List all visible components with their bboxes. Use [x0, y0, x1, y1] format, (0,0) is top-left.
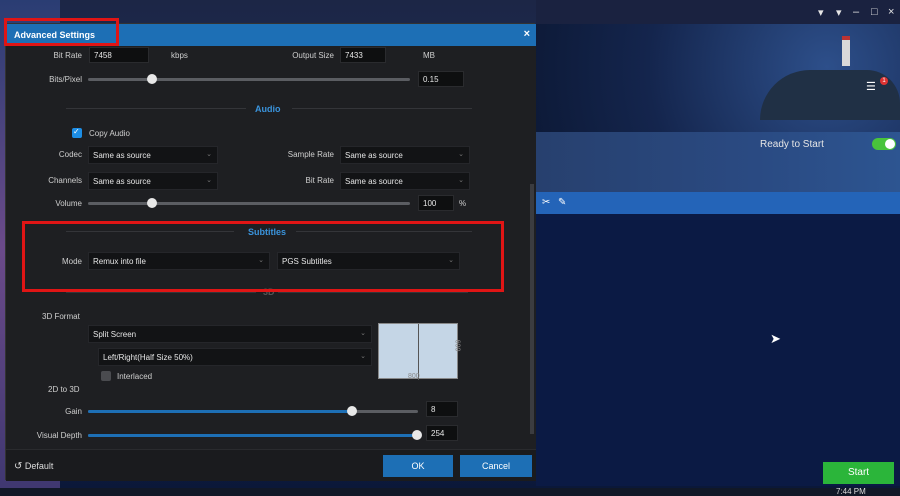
taskbar [0, 488, 900, 496]
three-d-divider-right [278, 292, 468, 293]
highlight-box-subtitles [22, 221, 504, 292]
three-d-layout-value: Left/Right(Half Size 50%) [103, 353, 193, 362]
volume-unit: % [459, 199, 467, 208]
bit-rate-unit: kbps [171, 51, 188, 60]
ready-toggle[interactable] [872, 138, 896, 150]
volume-label: Volume [55, 199, 82, 208]
output-size-label: Output Size [292, 51, 334, 60]
chevron-down-icon: ⌄ [360, 330, 366, 337]
sample-rate-value: Same as source [345, 151, 403, 160]
effects-icon[interactable]: ✎ [558, 197, 566, 208]
cut-icon[interactable]: ✂ [542, 197, 550, 208]
audio-bit-rate-value: Same as source [345, 177, 403, 186]
ready-to-start-label: Ready to Start [760, 139, 824, 150]
banner-lighthouse [842, 36, 850, 66]
audio-bit-rate-dropdown[interactable]: Same as source ⌄ [340, 172, 470, 190]
codec-label: Codec [58, 150, 82, 159]
audio-divider-left [66, 108, 246, 109]
settings-dropdown-icon[interactable]: ▾ [818, 6, 824, 19]
bits-per-pixel-label: Bits/Pixel [49, 75, 82, 84]
status-band [536, 132, 900, 192]
volume-input[interactable]: 100 [418, 195, 454, 211]
output-size-unit: MB [423, 51, 435, 60]
channels-dropdown[interactable]: Same as source ⌄ [88, 172, 218, 190]
menu-icon[interactable]: ▾ [836, 6, 842, 19]
sample-rate-label: Sample Rate [287, 150, 334, 159]
default-label: Default [24, 461, 54, 471]
dialog-close-button[interactable]: × [524, 28, 530, 40]
bit-rate-input[interactable]: 7458 [89, 47, 149, 63]
visual-depth-fill [88, 434, 417, 437]
audio-bit-rate-label: Bit Rate [305, 176, 334, 185]
dialog-footer: ↺ Default OK Cancel [6, 449, 536, 481]
volume-track [88, 202, 410, 205]
audio-divider-right [292, 108, 472, 109]
maximize-icon[interactable]: □ [871, 6, 878, 18]
three-d-layout-dropdown[interactable]: Left/Right(Half Size 50%) ⌄ [98, 348, 372, 366]
gain-slider[interactable] [347, 406, 357, 416]
taskbar-clock: 7:44 PM [836, 487, 866, 496]
gain-label: Gain [65, 407, 82, 416]
bits-per-pixel-input[interactable]: 0.15 [418, 71, 464, 87]
chevron-down-icon: ⌄ [458, 151, 464, 158]
gain-input[interactable]: 8 [426, 401, 458, 417]
dialog-scrollbar[interactable] [530, 184, 534, 434]
reset-icon: ↺ [14, 461, 23, 472]
highlight-box-title [4, 18, 119, 46]
bit-rate-label: Bit Rate [53, 51, 82, 60]
three-d-divider-left [66, 292, 256, 293]
toolbar-row [536, 192, 900, 214]
preview-width-label: 800 [408, 373, 420, 380]
copy-audio-label: Copy Audio [89, 129, 130, 138]
visual-depth-input[interactable]: 254 [426, 425, 458, 441]
visual-depth-label: Visual Depth [36, 431, 82, 440]
file-list-area [536, 214, 900, 486]
close-icon[interactable]: × [888, 6, 894, 18]
three-d-format-label: 3D Format [42, 312, 80, 321]
bits-per-pixel-track [88, 78, 410, 81]
three-d-format-value: Split Screen [93, 330, 137, 339]
minimize-icon[interactable]: – [853, 6, 859, 18]
default-button[interactable]: ↺ Default [14, 461, 53, 472]
interlaced-checkbox[interactable] [101, 371, 111, 381]
interlaced-label: Interlaced [117, 372, 153, 381]
channels-value: Same as source [93, 177, 151, 186]
mouse-cursor-icon: ➤ [770, 331, 781, 346]
three-d-preview [378, 323, 458, 380]
output-size-input[interactable]: 7433 [340, 47, 386, 63]
preview-split-line [418, 324, 419, 380]
gain-fill [88, 410, 352, 413]
chevron-down-icon: ⌄ [458, 177, 464, 184]
visual-depth-slider[interactable] [411, 430, 422, 440]
codec-value: Same as source [93, 151, 151, 160]
audio-section-title: Audio [255, 104, 281, 114]
codec-dropdown[interactable]: Same as source ⌄ [88, 146, 218, 164]
app-title-bar [536, 0, 900, 24]
start-button[interactable]: Start [823, 462, 894, 484]
ok-button[interactable]: OK [383, 455, 453, 477]
channels-label: Channels [48, 176, 82, 185]
copy-audio-checkbox[interactable]: ✓ [72, 127, 82, 138]
chevron-down-icon: ⌄ [206, 151, 212, 158]
chevron-down-icon: ⌄ [206, 177, 212, 184]
notification-badge: 1 [880, 77, 888, 85]
preview-height-label: 600 [453, 339, 461, 352]
cancel-button[interactable]: Cancel [460, 455, 532, 477]
chevron-down-icon: ⌄ [360, 353, 366, 360]
sample-rate-dropdown[interactable]: Same as source ⌄ [340, 146, 470, 164]
three-d-format-dropdown[interactable]: Split Screen ⌄ [88, 325, 372, 343]
two-d-to-three-d-label: 2D to 3D [48, 385, 80, 394]
